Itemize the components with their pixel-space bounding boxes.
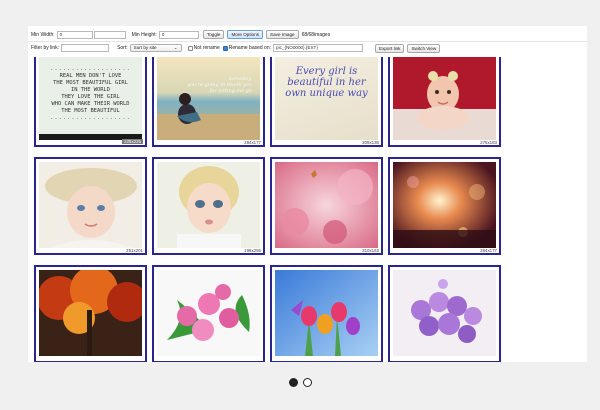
bokeh-image <box>393 162 496 248</box>
save-image-button[interactable]: Save Image <box>266 30 299 39</box>
image-tile[interactable] <box>34 265 147 362</box>
purple-roses-image <box>393 270 496 356</box>
image-tile[interactable]: someday, you're going to thank you for l… <box>152 57 265 147</box>
export-link-button[interactable]: Export link <box>375 43 405 53</box>
image-tile[interactable]: 275x183 <box>388 57 501 147</box>
roses-image <box>157 270 260 356</box>
image-dimensions: 251x201 <box>126 248 143 253</box>
image-dimensions: 225x225 <box>122 139 143 144</box>
image-tile[interactable]: 310x163 <box>270 157 383 255</box>
not-rename-checkbox[interactable]: Not rename <box>187 45 220 51</box>
beach-caption: someday, you're going to thank you for l… <box>187 76 252 94</box>
image-dimensions: 284x177 <box>480 248 497 253</box>
sort-select[interactable]: Sort by site ⌄ <box>129 44 182 52</box>
image-tile[interactable]: ................... REAL MEN DON'T LOVE … <box>34 57 147 147</box>
rename-pattern-input[interactable]: pic_{NO0000}.{EXT} <box>273 44 364 52</box>
image-tile[interactable]: 198x255 <box>152 157 265 255</box>
poem-line: THEY LOVE THE GIRL <box>61 94 120 100</box>
filter-label: Filter by link: <box>31 45 60 51</box>
image-dimensions: 309x136 <box>362 140 379 145</box>
switch-view-button[interactable]: Switch View <box>407 43 441 53</box>
carousel-dots <box>0 378 600 387</box>
poem-line: IN THE WORLD <box>71 87 110 93</box>
rename-check-icon <box>222 45 228 51</box>
pink-blossom-image <box>275 162 378 248</box>
image-tile[interactable] <box>388 265 501 362</box>
min-height-input[interactable]: 0 <box>158 30 199 39</box>
sort-label: Sort: <box>117 45 128 51</box>
filter-input[interactable] <box>61 44 110 52</box>
min-width-input[interactable]: 0 <box>56 30 93 39</box>
poem-dots-top: ................... <box>50 66 131 72</box>
caption-line: for letting me go <box>209 88 252 94</box>
sort-select-value: Sort by site <box>133 45 157 50</box>
quote-image: Every girl is beautiful in her own uniqu… <box>275 57 378 140</box>
image-dimensions: 284x177 <box>244 140 261 145</box>
min-width-extra-input[interactable] <box>93 30 126 39</box>
image-tile[interactable] <box>152 265 265 362</box>
rename-checkbox[interactable]: Rename based on: <box>222 45 272 51</box>
poem-line: THE MOST BEAUTIFUL <box>61 108 120 114</box>
image-dimensions: 198x255 <box>244 248 261 253</box>
image-dimensions: 310x163 <box>362 248 379 253</box>
quote-line: Every girl is <box>295 66 358 77</box>
poem-line: WHO CAN MAKE THEIR WORLD <box>51 101 130 107</box>
images-count: 68/68images <box>301 31 331 38</box>
rename-label: Rename based on: <box>228 45 272 51</box>
tulips-image <box>275 270 378 356</box>
image-grid: ................... REAL MEN DON'T LOVE … <box>34 57 504 362</box>
more-options-button[interactable]: More Options <box>227 30 264 39</box>
quote-line: own unique way <box>285 88 368 99</box>
poem-line: THE MOST BEAUTIFUL GIRL <box>53 80 128 86</box>
autumn-image <box>39 270 142 356</box>
image-tile[interactable]: 284x177 <box>388 157 501 255</box>
extension-window: Min Width: 0 Min Height: 0 Toggle More O… <box>28 26 587 362</box>
carousel-dot[interactable] <box>288 378 298 387</box>
toolbar-row-filters: Min Width: 0 Min Height: 0 Toggle More O… <box>28 28 587 42</box>
baby-pink-image <box>393 57 496 140</box>
baby-hat-image <box>39 162 142 248</box>
not-rename-label: Not rename <box>193 45 220 51</box>
chevron-down-icon: ⌄ <box>173 45 178 50</box>
image-tile[interactable] <box>270 265 383 362</box>
toolbar-row-sort: Filter by link: Sort: Sort by site ⌄ Not… <box>28 41 587 55</box>
quote-line: beautiful in her <box>287 77 366 88</box>
poem-line: REAL MEN DON'T LOVE <box>59 73 122 79</box>
not-rename-check-icon <box>187 45 193 51</box>
image-dimensions: 275x183 <box>480 140 497 145</box>
toddler-image <box>157 162 260 248</box>
image-tile[interactable]: 251x201 <box>34 157 147 255</box>
poem-image: ................... REAL MEN DON'T LOVE … <box>39 57 142 140</box>
min-height-label: Min Height: <box>131 31 157 38</box>
toggle-button[interactable]: Toggle <box>202 30 225 39</box>
poem-dots-bottom: ................... <box>50 115 131 121</box>
image-tile[interactable]: Every girl is beautiful in her own uniqu… <box>270 57 383 147</box>
carousel-dot[interactable] <box>302 378 312 387</box>
min-width-label: Min Width: <box>31 31 55 38</box>
beach-girl-image: someday, you're going to thank you for l… <box>157 57 260 140</box>
